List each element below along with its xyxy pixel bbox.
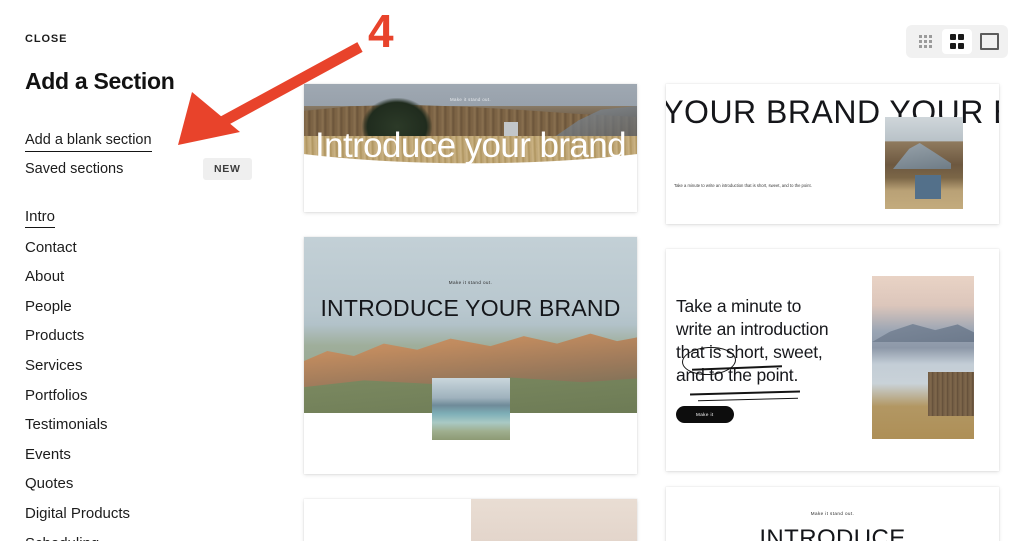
sidebar-item-digital-products[interactable]: Digital Products	[25, 506, 130, 521]
section-template-card-1[interactable]: Make it stand out. Introduce your brand	[304, 84, 637, 212]
sidebar-item-contact[interactable]: Contact	[25, 240, 77, 255]
card-4-strike-annotation-2	[689, 390, 801, 396]
card-4-fold-edge	[666, 457, 999, 471]
sidebar-item-scheduling[interactable]: Scheduling	[25, 536, 99, 541]
add-blank-section-link[interactable]: Add a blank section	[25, 132, 152, 152]
card-3-inset-photo	[432, 378, 510, 440]
view-toggle-large[interactable]	[974, 29, 1004, 54]
grid-medium-icon	[949, 34, 965, 49]
sidebar-item-events[interactable]: Events	[25, 447, 71, 462]
saved-sections-row: Saved sections NEW	[25, 158, 279, 182]
grid-large-icon	[979, 33, 999, 50]
section-template-card-2[interactable]: O YOUR BRAND YOUR BR Take a minute to wr…	[666, 84, 999, 224]
card-5-photo	[471, 499, 637, 541]
sidebar-item-about[interactable]: About	[25, 269, 64, 284]
card-1-heading: Introduce your brand	[315, 126, 627, 165]
sidebar: CLOSE Add a Section Add a blank section …	[0, 0, 304, 541]
card-2-photo	[885, 117, 963, 209]
card-3-heading: INTRODUCE YOUR BRAND	[320, 295, 621, 321]
section-template-grid: Make it stand out. Introduce your brand …	[304, 84, 1024, 541]
saved-sections-link[interactable]: Saved sections	[25, 161, 123, 177]
card-6-eyebrow: Make it stand out.	[810, 511, 855, 516]
section-template-card-3[interactable]: Make it stand out. INTRODUCE YOUR BRAND	[304, 237, 637, 474]
card-3-eyebrow: Make it stand out.	[448, 280, 493, 285]
grid-small-icon	[918, 35, 932, 48]
close-button[interactable]: CLOSE	[25, 33, 67, 45]
add-section-panel: CLOSE Add a Section Add a blank section …	[0, 0, 1024, 541]
card-2-body-text: Take a minute to write an introduction t…	[674, 183, 812, 188]
view-toggle-group	[906, 25, 1008, 58]
sidebar-item-people[interactable]: People	[25, 299, 72, 314]
card-1-sky	[304, 84, 637, 106]
section-template-card-4[interactable]: Take a minute to write an introduction t…	[666, 249, 999, 471]
section-template-card-6[interactable]: Make it stand out. INTRODUCE	[666, 487, 999, 541]
card-1-eyebrow: Make it stand out.	[450, 97, 491, 102]
sidebar-item-intro[interactable]: Intro	[25, 209, 56, 228]
view-toggle-small[interactable]	[910, 29, 940, 54]
sidebar-item-testimonials[interactable]: Testimonials	[25, 417, 108, 432]
page-title: Add a Section	[25, 68, 175, 94]
card-4-underline-annotation	[697, 397, 799, 402]
sidebar-item-portfolios[interactable]: Portfolios	[25, 388, 88, 403]
card-6-heading: INTRODUCE	[759, 525, 906, 541]
annotation-number: 4	[368, 5, 394, 57]
new-badge: NEW	[203, 158, 252, 180]
card-4-cta-button: Make it	[676, 406, 734, 423]
sidebar-item-products[interactable]: Products	[25, 328, 84, 343]
section-template-card-5[interactable]	[304, 499, 637, 541]
view-toggle-medium[interactable]	[942, 29, 972, 54]
section-category-list: Intro Contact About People Products Serv…	[25, 208, 275, 541]
sidebar-item-quotes[interactable]: Quotes	[25, 476, 73, 491]
sidebar-item-services[interactable]: Services	[25, 358, 83, 373]
card-4-photo	[872, 276, 974, 439]
